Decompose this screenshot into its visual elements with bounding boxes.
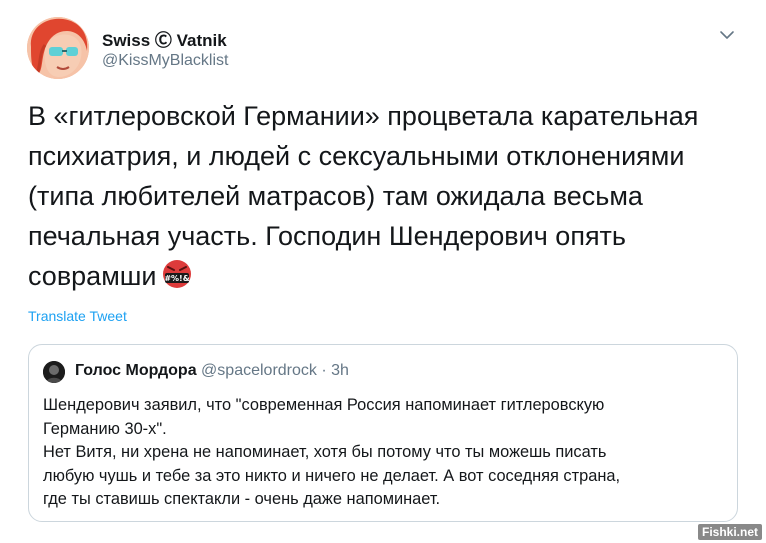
angry-face-symbols-icon: #%!& — [161, 259, 193, 289]
translate-tweet-link[interactable]: Translate Tweet — [28, 308, 127, 324]
quoted-tweet-header: Голос Мордора @spacelordrock · 3h — [75, 362, 349, 380]
author-avatar-image — [27, 17, 89, 79]
quoted-line: Германию 30-х". — [43, 419, 167, 438]
quoted-avatar-image — [43, 361, 65, 383]
author-name[interactable]: Swiss Ⓒ Vatnik — [102, 26, 227, 51]
quoted-timestamp[interactable]: 3h — [331, 362, 349, 379]
tweet-line: В «гитлеровской Германии» процветала кар… — [28, 101, 699, 131]
tweet-text: В «гитлеровской Германии» процветала кар… — [28, 96, 753, 296]
tweet-line: психиатрия, и людей с сексуальными откло… — [28, 141, 685, 171]
quoted-line: Шендерович заявил, что "современная Росс… — [43, 396, 605, 414]
emoji-symbols-label: #%!& — [164, 274, 189, 283]
quoted-tweet-text: Шендерович заявил, что "современная Росс… — [43, 394, 733, 512]
tweet-card: Swiss Ⓒ Vatnik @KissMyBlacklist В «гитле… — [0, 0, 766, 543]
tweet-line: соврамши — [28, 261, 157, 291]
quoted-author-handle[interactable]: @spacelordrock — [201, 362, 317, 379]
chevron-down-icon[interactable] — [717, 25, 737, 45]
quoted-line: любую чушь и тебе за это никто и ничего … — [43, 466, 621, 485]
author-avatar[interactable] — [27, 17, 89, 79]
quoted-separator: · — [321, 362, 327, 379]
quoted-line: где ты ставишь спектакли - очень даже на… — [43, 490, 441, 508]
tweet-line: печальная участь. Господин Шендерович оп… — [28, 221, 626, 251]
quoted-line: Нет Витя, ни хрена не напоминает, хотя б… — [43, 443, 607, 461]
quoted-author-name[interactable]: Голос Мордора — [75, 362, 197, 379]
tweet-line: (типа любителей матрасов) там ожидала ве… — [28, 181, 643, 211]
quoted-author-avatar[interactable] — [43, 361, 65, 383]
watermark: Fishki.net — [697, 524, 762, 540]
author-handle[interactable]: @KissMyBlacklist — [102, 52, 228, 70]
quoted-tweet[interactable]: Голос Мордора @spacelordrock · 3h Шендер… — [28, 344, 738, 522]
tweet-line-last: соврамши #%!& — [28, 256, 753, 296]
